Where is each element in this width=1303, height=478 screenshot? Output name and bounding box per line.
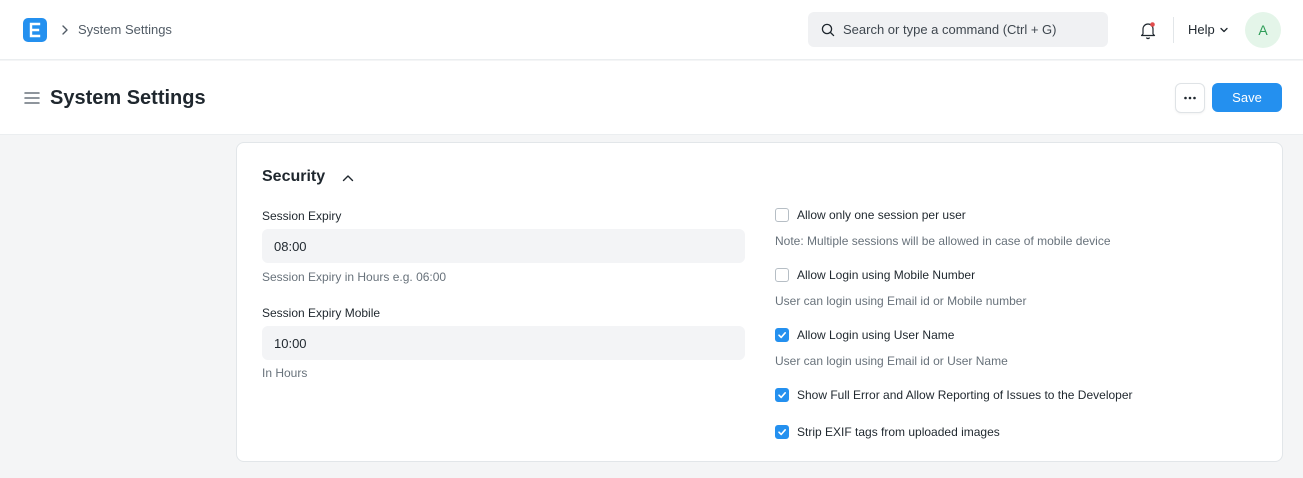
search-bar[interactable] <box>808 12 1108 47</box>
hamburger-icon[interactable] <box>24 91 40 105</box>
session-expiry-mobile-input[interactable] <box>262 326 745 360</box>
check-login-user-name[interactable]: Allow Login using User Name <box>775 327 954 343</box>
checkbox[interactable] <box>775 388 789 402</box>
page-header: System Settings Save <box>0 61 1303 135</box>
avatar[interactable]: A <box>1245 12 1281 48</box>
checkmark-icon <box>778 429 786 436</box>
ellipsis-icon <box>1184 96 1196 100</box>
checkmark-icon <box>778 392 786 399</box>
help-dropdown[interactable]: Help <box>1188 21 1229 39</box>
checkbox-description: Note: Multiple sessions will be allowed … <box>775 234 1111 248</box>
checkbox[interactable] <box>775 268 789 282</box>
navbar-divider <box>1173 17 1174 43</box>
bell-icon[interactable] <box>1138 20 1158 40</box>
section-title: Security <box>262 168 326 185</box>
checkbox[interactable] <box>775 208 789 222</box>
breadcrumb-system-settings[interactable]: System Settings <box>78 21 172 39</box>
chevron-up-icon[interactable] <box>341 171 355 185</box>
session-expiry-label: Session Expiry <box>262 209 342 223</box>
chevron-down-icon <box>1220 27 1228 33</box>
page-title: System Settings <box>50 87 206 109</box>
app-logo-icon[interactable] <box>23 18 47 42</box>
search-icon <box>821 23 835 37</box>
session-expiry-mobile-description: In Hours <box>262 366 308 380</box>
help-label: Help <box>1188 22 1215 37</box>
search-input[interactable] <box>843 12 1098 47</box>
check-one-session-per-user[interactable]: Allow only one session per user <box>775 207 966 223</box>
save-button[interactable]: Save <box>1212 83 1282 112</box>
checkbox-label: Strip EXIF tags from uploaded images <box>797 425 1000 439</box>
check-show-full-error[interactable]: Show Full Error and Allow Reporting of I… <box>775 387 1133 403</box>
security-section: Security Session Expiry Session Expiry i… <box>236 142 1283 462</box>
session-expiry-mobile-label: Session Expiry Mobile <box>262 306 381 320</box>
check-strip-exif[interactable]: Strip EXIF tags from uploaded images <box>775 424 1000 440</box>
more-actions-button[interactable] <box>1175 83 1205 113</box>
checkmark-icon <box>778 332 786 339</box>
checkbox[interactable] <box>775 328 789 342</box>
checkbox-description: User can login using Email id or User Na… <box>775 354 1008 368</box>
navbar: System Settings Help A <box>0 0 1303 60</box>
checkbox-label: Allow Login using User Name <box>797 328 955 342</box>
session-expiry-description: Session Expiry in Hours e.g. 06:00 <box>262 270 447 284</box>
checkbox-description: User can login using Email id or Mobile … <box>775 294 1027 308</box>
session-expiry-input[interactable] <box>262 229 745 263</box>
checkbox-label: Show Full Error and Allow Reporting of I… <box>797 388 1133 402</box>
checkbox-label: Allow only one session per user <box>797 208 966 222</box>
check-login-mobile-number[interactable]: Allow Login using Mobile Number <box>775 267 975 283</box>
checkbox[interactable] <box>775 425 789 439</box>
checkbox-label: Allow Login using Mobile Number <box>797 268 976 282</box>
chevron-right-icon <box>62 25 68 35</box>
